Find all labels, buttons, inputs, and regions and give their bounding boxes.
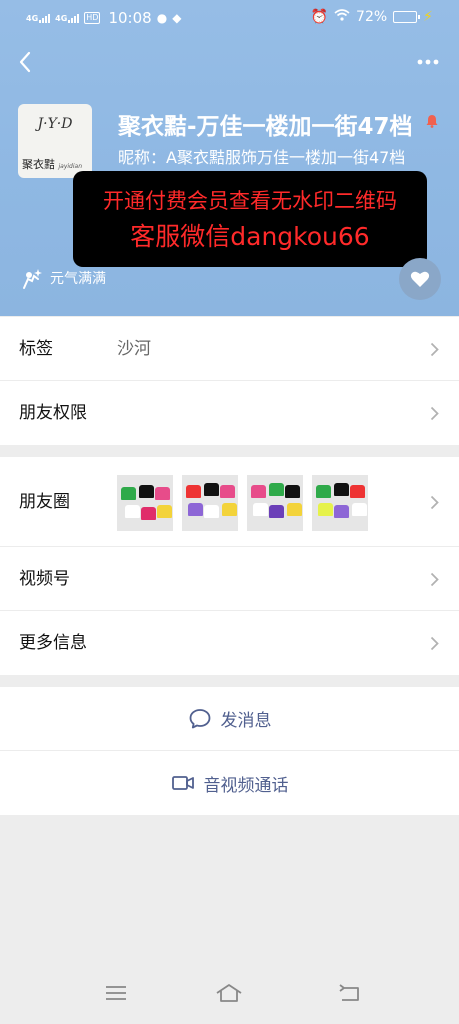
avatar[interactable]: J·Y·D 聚衣黠 jayidian xyxy=(18,104,92,178)
back-arrow-icon[interactable] xyxy=(14,50,38,74)
avatar-brand-text: 聚衣黠 jayidian xyxy=(22,158,83,171)
profile-header: 4G 4G HD 10:08 ● ◆ ⏰ 72% ⚡ J·Y·D 聚衣黠 jay… xyxy=(0,0,459,316)
status-mood[interactable]: 元气满满 xyxy=(20,266,106,290)
video-call-button[interactable]: 音视频通话 xyxy=(0,751,459,815)
moments-thumbnail xyxy=(182,475,238,531)
bell-icon xyxy=(426,115,438,128)
banner-line-2: 客服微信dangkou66 xyxy=(130,222,370,251)
mood-sparkle-icon xyxy=(23,269,42,289)
alarm-icon: ⏰ xyxy=(310,9,329,25)
heart-icon xyxy=(410,271,430,287)
moments-thumbnail xyxy=(247,475,303,531)
watermark-banner: 开通付费会员查看无水印二维码 客服微信dangkou66 xyxy=(73,171,427,267)
moments-thumbnails xyxy=(117,475,368,531)
chevron-right-icon xyxy=(430,406,439,421)
mood-label: 元气满满 xyxy=(50,271,106,287)
row-tags[interactable]: 标签 沙河 xyxy=(0,317,459,381)
like-button[interactable] xyxy=(399,258,441,300)
contact-nickname: 昵称：A聚衣黠服饰万佳一楼加一街47档 xyxy=(118,148,406,167)
app-notification-icon: ◆ xyxy=(172,11,182,25)
cell-signal-icon: 4G xyxy=(26,13,51,23)
chevron-right-icon xyxy=(430,495,439,510)
row-value: 沙河 xyxy=(117,339,151,359)
row-moments[interactable]: 朋友圈 xyxy=(0,457,459,547)
row-channels[interactable]: 视频号 xyxy=(0,547,459,611)
row-label: 朋友圈 xyxy=(19,492,70,512)
send-message-button[interactable]: 发消息 xyxy=(0,687,459,751)
row-label: 视频号 xyxy=(19,569,70,589)
more-options-icon[interactable] xyxy=(417,58,439,66)
info-group-1: 标签 沙河 朋友权限 xyxy=(0,317,459,445)
system-nav-bar xyxy=(0,964,459,1024)
hd-badge: HD xyxy=(84,12,101,24)
row-more-info[interactable]: 更多信息 xyxy=(0,611,459,675)
home-icon[interactable] xyxy=(215,982,243,1004)
status-time: 10:08 xyxy=(108,9,152,27)
chevron-right-icon xyxy=(430,636,439,651)
moments-thumbnail xyxy=(117,475,173,531)
send-message-label: 发消息 xyxy=(220,711,272,731)
row-label: 标签 xyxy=(19,339,53,359)
row-friend-permissions[interactable]: 朋友权限 xyxy=(0,381,459,445)
chevron-right-icon xyxy=(430,572,439,587)
contact-name: 聚衣黠-万佳一楼加一街47档 xyxy=(118,114,413,140)
chevron-right-icon xyxy=(430,342,439,357)
wechat-notification-icon: ● xyxy=(156,11,168,25)
status-bar: 4G 4G HD 10:08 ● ◆ ⏰ 72% ⚡ xyxy=(0,0,459,36)
row-label: 更多信息 xyxy=(19,633,87,653)
video-camera-icon xyxy=(171,776,194,790)
row-label: 朋友权限 xyxy=(19,403,87,423)
charging-icon: ⚡ xyxy=(423,9,433,25)
chat-bubble-icon xyxy=(189,708,210,728)
video-call-label: 音视频通话 xyxy=(203,775,289,796)
moments-thumbnail xyxy=(312,475,368,531)
battery-icon xyxy=(393,11,421,23)
action-group: 发消息 音视频通话 xyxy=(0,687,459,815)
banner-line-1: 开通付费会员查看无水印二维码 xyxy=(103,189,397,213)
info-group-2: 朋友圈 视频号 更多信息 xyxy=(0,457,459,675)
battery-percent: 72% xyxy=(356,9,388,25)
back-nav-icon[interactable] xyxy=(336,982,364,1004)
wifi-icon xyxy=(334,9,350,25)
menu-icon[interactable] xyxy=(102,982,130,1004)
avatar-logo-text: J·Y·D xyxy=(37,116,73,132)
cell-signal-icon-2: 4G xyxy=(55,13,80,23)
